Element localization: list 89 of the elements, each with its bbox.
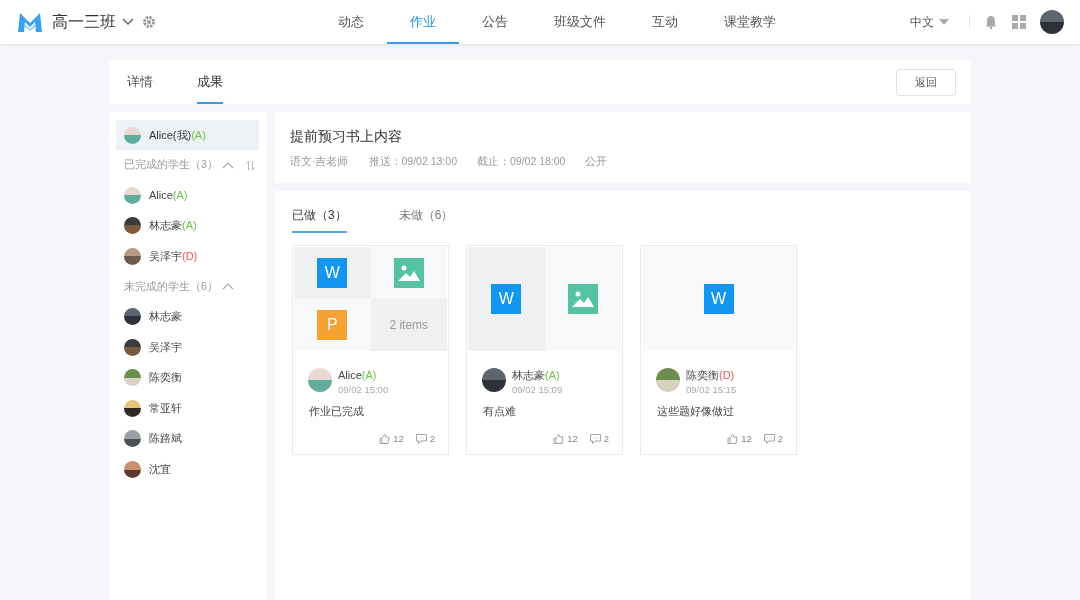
- comment-text: 有点难: [482, 404, 517, 419]
- student-item[interactable]: 陈奕衡: [116, 362, 259, 393]
- avatar: [124, 308, 141, 326]
- avatar: [124, 399, 141, 417]
- comment-text: 作业已完成: [308, 404, 365, 419]
- comment-text: 这些题好像做过: [656, 404, 735, 419]
- avatar: [124, 460, 141, 478]
- like-count[interactable]: 12: [553, 433, 578, 444]
- nav-tab[interactable]: 课堂教学: [701, 0, 799, 44]
- like-count[interactable]: 12: [727, 433, 752, 444]
- student-name: 吴泽宇(D): [149, 248, 198, 264]
- comment-count[interactable]: 2: [763, 433, 783, 444]
- student-item[interactable]: 林志豪: [116, 301, 259, 332]
- task-title: 提前预习书上内容: [290, 128, 403, 146]
- like-count[interactable]: 12: [379, 433, 404, 444]
- nav-tab[interactable]: 班级文件: [531, 0, 629, 44]
- image-file-icon[interactable]: [567, 284, 598, 314]
- chevron-up-icon[interactable]: [221, 283, 234, 290]
- group-title: 未完成的学生（6）: [124, 279, 218, 294]
- chevron-down-icon: [122, 18, 134, 26]
- submit-time: 09/02 15:15: [686, 384, 737, 395]
- comment-icon: [415, 433, 427, 444]
- student-name: 沈宜: [149, 461, 171, 477]
- image-file-icon[interactable]: [393, 258, 424, 288]
- student-name: 陈奕衡: [149, 370, 182, 386]
- settings-icon[interactable]: [142, 15, 156, 29]
- student-item[interactable]: Alice(A): [116, 180, 259, 211]
- comment-count[interactable]: 2: [589, 433, 609, 444]
- avatar: [124, 338, 141, 356]
- avatar: [124, 247, 141, 265]
- student-name: 吴泽宇: [149, 339, 182, 355]
- student-item[interactable]: 林志豪(A): [116, 210, 259, 241]
- caret-down-icon: [939, 19, 949, 25]
- avatar: [124, 186, 141, 204]
- student-name: 林志豪: [149, 309, 182, 325]
- student-name: Alice(A): [338, 369, 377, 381]
- group-title: 已完成的学生（3）: [124, 158, 218, 172]
- student-item[interactable]: 吴泽宇(D): [116, 241, 259, 272]
- result-tab[interactable]: 已做（3）: [292, 207, 347, 233]
- bell-icon[interactable]: [984, 15, 998, 29]
- avatar: [124, 430, 141, 448]
- student-name: 陈路斌: [149, 431, 182, 447]
- student-item[interactable]: Alice(我)(A): [116, 120, 259, 150]
- result-tab[interactable]: 未做（6）: [398, 207, 454, 233]
- visibility-label: 公开: [585, 155, 608, 169]
- thumbs-up-icon: [379, 433, 391, 444]
- nav-tab[interactable]: 作业: [387, 0, 459, 44]
- student-name: 常亚轩: [149, 400, 182, 416]
- thumbs-up-icon: [727, 433, 739, 444]
- comment-icon: [589, 433, 601, 444]
- avatar: [124, 217, 141, 235]
- avatar: [124, 369, 141, 387]
- page-tab[interactable]: 成果: [197, 60, 223, 104]
- avatar: [1040, 10, 1064, 34]
- submission-card[interactable]: W P 2 items Alice(A) 09/02 15:00 作业已完成 12 2: [292, 245, 449, 455]
- submit-time: 09/02 15:00: [338, 384, 389, 395]
- student-name: Alice(A): [149, 189, 188, 202]
- student-name: 陈奕衡(D): [686, 369, 735, 381]
- student-name: 林志豪(A): [512, 369, 560, 381]
- avatar: [308, 368, 332, 392]
- submission-card[interactable]: W 林志豪(A) 09/02 15:09 有点难 12 2: [466, 245, 623, 455]
- submission-card[interactable]: W 陈奕衡(D) 09/02 15:15 这些题好像做过 12 2: [640, 245, 797, 455]
- back-button[interactable]: 返回: [896, 68, 956, 96]
- avatar: [656, 368, 680, 392]
- comment-icon: [763, 433, 775, 444]
- subject-teacher: 语文·吉老师: [290, 155, 349, 169]
- nav-tab[interactable]: 公告: [459, 0, 531, 44]
- student-item[interactable]: 常亚轩: [116, 393, 259, 424]
- grid-icon[interactable]: [1012, 15, 1026, 29]
- nav-tab[interactable]: 动态: [315, 0, 387, 44]
- sort-icon[interactable]: [246, 159, 255, 171]
- submit-time: 09/02 15:09: [512, 384, 563, 395]
- chevron-up-icon[interactable]: [221, 161, 234, 169]
- language-selector[interactable]: 中文: [910, 13, 949, 31]
- avatar: [124, 126, 141, 144]
- push-time: 推送：09/02 13:00: [368, 155, 457, 169]
- student-item[interactable]: 沈宜: [116, 454, 259, 485]
- page-tab[interactable]: 详情: [127, 60, 153, 104]
- comment-count[interactable]: 2: [415, 433, 435, 444]
- thumbs-up-icon: [553, 433, 565, 444]
- avatar: [482, 368, 506, 392]
- student-name: Alice(我)(A): [149, 127, 206, 143]
- logo-icon: [16, 10, 44, 34]
- deadline: 截止：09/02 18:00: [476, 155, 566, 169]
- student-item[interactable]: 陈路斌: [116, 423, 259, 454]
- student-name: 林志豪(A): [149, 218, 197, 234]
- student-item[interactable]: 吴泽宇: [116, 332, 259, 363]
- nav-tab[interactable]: 互动: [629, 0, 701, 44]
- class-selector[interactable]: 高一三班: [52, 11, 134, 33]
